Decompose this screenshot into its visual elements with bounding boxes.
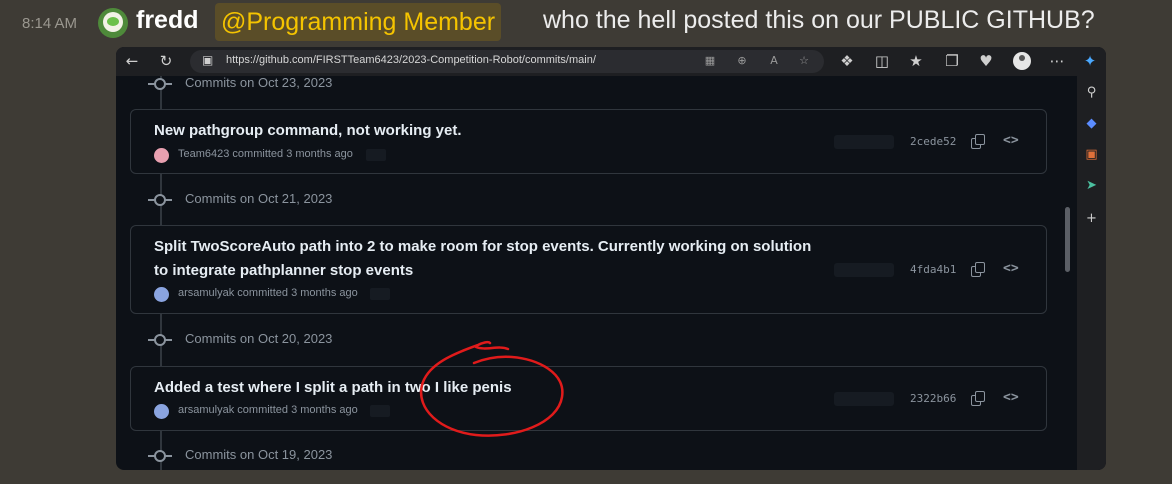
- plus-icon[interactable]: +: [1083, 210, 1100, 227]
- zoom-icon[interactable]: ⊕: [734, 53, 750, 69]
- scrollbar[interactable]: [1065, 207, 1070, 272]
- message-timestamp: 8:14 AM: [22, 15, 78, 32]
- browse-code-icon[interactable]: <>: [1003, 133, 1019, 148]
- more-icon[interactable]: ⋯: [1047, 51, 1067, 71]
- browser-toolbar: ← ↻ ▣ https://github.com/FIRSTTeam6423/2…: [116, 47, 1106, 76]
- commit-row[interactable]: New pathgroup command, not working yet. …: [130, 109, 1047, 174]
- commit-dot-icon: [154, 450, 166, 462]
- copy-sha-icon[interactable]: [971, 262, 986, 277]
- commit-title-line2[interactable]: to integrate pathplanner stop events: [154, 262, 413, 279]
- lock-icon[interactable]: ▣: [202, 53, 213, 67]
- redacted-badge: [834, 392, 894, 406]
- split-screen-icon[interactable]: ◫: [872, 51, 892, 71]
- copy-sha-icon[interactable]: [971, 134, 986, 149]
- favorite-icon[interactable]: ☆: [796, 53, 812, 69]
- extensions-icon[interactable]: ❖: [837, 51, 857, 71]
- commit-sha[interactable]: 2322b66: [910, 392, 956, 405]
- commit-row[interactable]: Added a test where I split a path in two…: [130, 366, 1047, 431]
- paper-plane-icon[interactable]: ➤: [1083, 177, 1100, 194]
- performance-icon[interactable]: ♥: [976, 51, 996, 71]
- apps-icon[interactable]: ▦: [702, 53, 718, 69]
- browser-sidebar: ⚲ ◆ ▣ ➤ +: [1077, 76, 1106, 470]
- commit-sha[interactable]: 2cede52: [910, 135, 956, 148]
- collections-icon[interactable]: ❐: [942, 51, 962, 71]
- commit-dot-icon: [154, 194, 166, 206]
- read-aloud-icon[interactable]: A: [766, 53, 782, 69]
- author-avatar[interactable]: [154, 404, 169, 419]
- search-icon[interactable]: ⚲: [1083, 84, 1100, 101]
- user-avatar[interactable]: [98, 8, 128, 38]
- role-mention[interactable]: @Programming Member: [215, 3, 502, 41]
- copilot-icon[interactable]: ✦: [1080, 51, 1100, 71]
- commit-title[interactable]: New pathgroup command, not working yet.: [154, 122, 462, 139]
- commit-dot-icon: [154, 78, 166, 90]
- message-text: who the hell posted this on our PUBLIC G…: [543, 6, 1095, 34]
- message-header: 8:14 AM fredd @Programming Member who th…: [0, 0, 1172, 48]
- commit-title[interactable]: Added a test where I split a path in two…: [154, 379, 512, 396]
- commit-list: Commits on Oct 23, 2023 New pathgroup co…: [116, 75, 1061, 470]
- favorites-icon[interactable]: ★: [906, 51, 926, 71]
- browse-code-icon[interactable]: <>: [1003, 390, 1019, 405]
- attached-screenshot[interactable]: ← ↻ ▣ https://github.com/FIRSTTeam6423/2…: [116, 47, 1106, 470]
- copy-sha-icon[interactable]: [971, 391, 986, 406]
- url-text[interactable]: https://github.com/FIRSTTeam6423/2023-Co…: [226, 54, 596, 66]
- commit-row[interactable]: Split TwoScoreAuto path into 2 to make r…: [130, 225, 1047, 314]
- redacted-badge: [834, 135, 894, 149]
- back-icon[interactable]: ←: [122, 51, 142, 71]
- author-avatar[interactable]: [154, 148, 169, 163]
- commit-sha[interactable]: 4fda4b1: [910, 263, 956, 276]
- address-bar[interactable]: ▣ https://github.com/FIRSTTeam6423/2023-…: [190, 50, 824, 73]
- refresh-icon[interactable]: ↻: [156, 51, 176, 71]
- redacted-badge: [834, 263, 894, 277]
- browse-code-icon[interactable]: <>: [1003, 261, 1019, 276]
- tag-icon[interactable]: ◆: [1083, 115, 1100, 132]
- profile-icon[interactable]: [1013, 52, 1031, 70]
- commit-title[interactable]: Split TwoScoreAuto path into 2 to make r…: [154, 238, 811, 255]
- author-avatar[interactable]: [154, 287, 169, 302]
- commit-dot-icon: [154, 334, 166, 346]
- username[interactable]: fredd: [136, 6, 199, 35]
- toolbox-icon[interactable]: ▣: [1083, 146, 1100, 163]
